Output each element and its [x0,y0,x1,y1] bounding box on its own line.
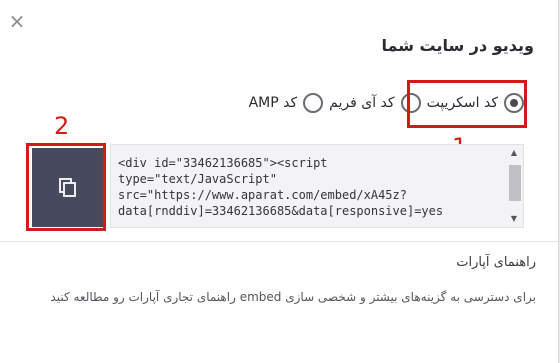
section-divider [0,241,558,242]
modal-title: ویدیو در سایت شما [381,36,534,55]
annotation-marker-2: 2 [54,112,70,140]
embed-code-textarea[interactable]: <div id="33462136685"><script type="text/… [110,144,524,228]
highlight-box-script-option [407,80,527,128]
guide-text: برای دسترسی به گزینه‌های بیشتر و شخصی سا… [50,290,536,304]
option-label: کد AMP [248,95,298,111]
code-line: <div id="33462136685"><script [118,156,328,170]
code-line: data[rnddiv]=33462136685&data[responsive… [118,204,444,218]
embed-code-text: <div id="33462136685"><script type="text/… [118,155,502,221]
guide-title: راهنمای آپارات [456,255,536,270]
scroll-thumb[interactable] [509,165,521,201]
scroll-up-arrow-icon[interactable]: ▲ [507,147,521,159]
code-scrollbar[interactable]: ▲ ▼ [507,147,521,225]
code-line: type="text/JavaScript" [118,172,277,186]
option-amp-code[interactable]: کد AMP [249,93,324,113]
close-button[interactable]: × [8,11,26,31]
embed-video-modal: × ویدیو در سایت شما کد اسکریپت کد آی فری… [0,0,559,363]
option-label: کد آی فریم [329,95,395,111]
copy-icon [58,177,76,197]
code-line: src="https://www.aparat.com/embed/xA45z? [118,188,407,202]
copy-code-button[interactable] [32,148,103,227]
scroll-down-arrow-icon[interactable]: ▼ [507,213,521,225]
amp-code-radio[interactable] [303,93,324,113]
